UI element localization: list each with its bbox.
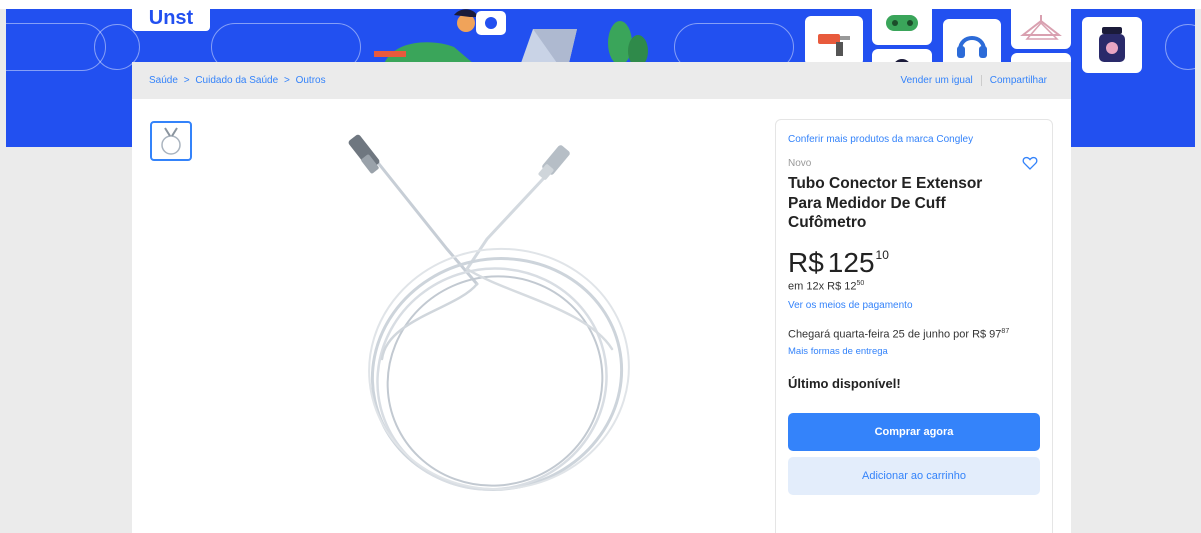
price: R$ 125 10 — [788, 247, 1038, 279]
breadcrumb-item-cuidado[interactable]: Cuidado da Saúde — [195, 75, 278, 86]
page-background — [6, 147, 132, 533]
breadcrumb-separator: > — [283, 75, 290, 86]
plant-icon — [608, 21, 648, 66]
breadcrumb-item-saude[interactable]: Saúde — [149, 75, 178, 86]
page: Unst Saúde > Cuidado da Saúde > Outros V… — [0, 0, 1201, 533]
price-cents: 10 — [875, 247, 889, 262]
add-to-cart-button[interactable]: Adicionar ao carrinho — [788, 456, 1040, 495]
product-image[interactable] — [327, 119, 667, 504]
banner-decor-pill — [6, 23, 106, 71]
buy-box: Conferir mais produtos da marca Congley … — [775, 119, 1053, 533]
installments-amount: em 12x R$ 12 — [788, 280, 857, 293]
supplement-jar-icon — [1082, 17, 1142, 73]
product-card: Saúde > Cuidado da Saúde > Outros Vender… — [132, 62, 1071, 533]
stock-status: Último disponível! — [788, 375, 901, 391]
hanger-icon — [1011, 9, 1071, 49]
chat-bubble-icon — [476, 11, 506, 35]
price-integer: 125 — [827, 246, 875, 278]
delivery-info: Chegará quarta-feira 25 de junho por R$ … — [788, 328, 1038, 341]
drill-icon — [805, 16, 863, 66]
delivery-cents: 87 — [1001, 328, 1010, 336]
page-actions: Vender um igual Compartilhar — [900, 75, 1047, 86]
banner-logo: Unst — [132, 9, 210, 31]
installments: em 12x R$ 1250 — [788, 280, 1038, 293]
divider — [980, 75, 982, 86]
breadcrumb-item-outros[interactable]: Outros — [296, 75, 326, 86]
tube-thumbnail-icon — [161, 127, 181, 155]
banner-decor-circle — [1165, 24, 1195, 70]
delivery-text: Chegará quarta-feira 25 de junho por R$ … — [788, 328, 1002, 341]
top-edge — [0, 0, 1201, 9]
breadcrumb-separator: > — [183, 75, 190, 86]
condition-label: Novo — [788, 157, 812, 169]
product-title: Tubo Conector E Extensor Para Medidor De… — [788, 175, 983, 231]
installments-cents: 50 — [856, 279, 865, 287]
delivery-options-link[interactable]: Mais formas de entrega — [788, 346, 1038, 357]
brand-products-link[interactable]: Conferir mais produtos da marca Congley — [788, 134, 1038, 145]
breadcrumb: Saúde > Cuidado da Saúde > Outros — [149, 75, 326, 86]
share-link[interactable]: Compartilhar — [990, 75, 1047, 86]
condition-row: Novo — [788, 155, 1038, 171]
sell-similar-link[interactable]: Vender um igual — [900, 75, 972, 86]
buy-now-button[interactable]: Comprar agora — [788, 412, 1040, 451]
price-currency: R$ — [788, 246, 824, 278]
payment-methods-link[interactable]: Ver os meios de pagamento — [788, 300, 1038, 311]
gamepad-icon — [872, 9, 932, 45]
heart-icon[interactable] — [1022, 155, 1038, 171]
product-thumbnail[interactable] — [150, 121, 192, 161]
breadcrumb-bar: Saúde > Cuidado da Saúde > Outros Vender… — [132, 62, 1071, 99]
